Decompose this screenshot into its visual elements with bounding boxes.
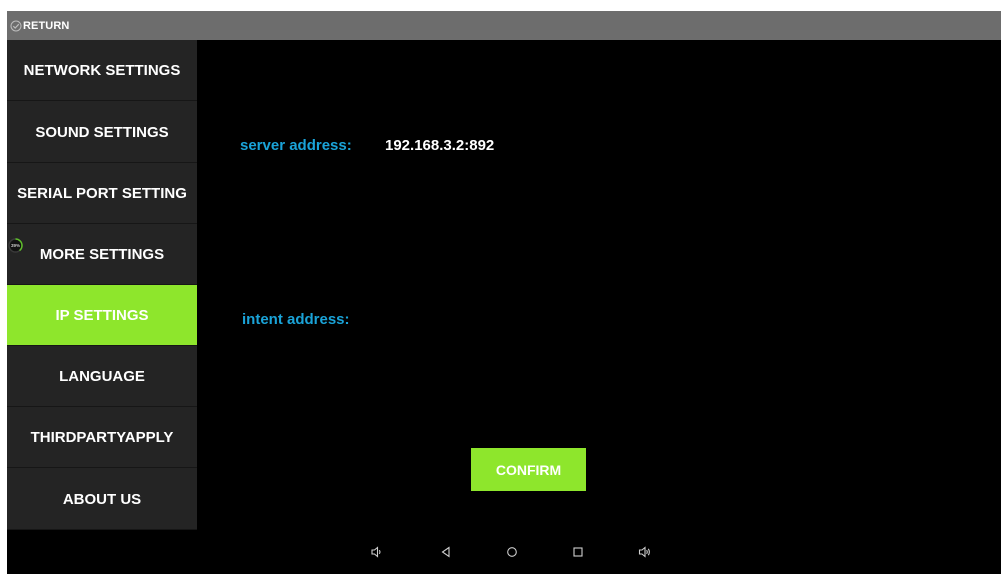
main-panel: server address: 192.168.3.2:892 intent a…	[197, 40, 1001, 530]
system-nav-bar	[7, 530, 1001, 574]
sidebar-item-more-settings[interactable]: MORE SETTINGS	[7, 224, 197, 285]
volume-down-button[interactable]	[365, 540, 389, 564]
volume-up-icon	[638, 546, 650, 558]
sidebar-item-label: SERIAL PORT SETTING	[17, 184, 187, 202]
recents-button[interactable]	[566, 540, 590, 564]
sidebar-item-label: NETWORK SETTINGS	[23, 61, 181, 79]
sidebar-item-label: SOUND SETTINGS	[35, 123, 169, 141]
return-label: RETURN	[23, 19, 70, 32]
sidebar-item-label: MORE SETTINGS	[39, 245, 165, 263]
sidebar-item-serial-port-setting[interactable]: SERIAL PORT SETTING	[7, 163, 197, 224]
back-icon	[441, 546, 450, 558]
confirm-button[interactable]: CONFIRM	[471, 448, 586, 491]
volume-up-button[interactable]	[633, 540, 657, 564]
server-address-value[interactable]: 192.168.3.2:892	[385, 137, 494, 154]
settings-screen: RETURN NETWORK SETTINGS SOUND SETTINGS S…	[7, 11, 1001, 574]
sidebar-item-label: LANGUAGE	[59, 367, 145, 385]
sidebar-item-about-us[interactable]: ABOUT US	[7, 469, 197, 530]
recents-icon	[573, 547, 583, 557]
sidebar-item-network-settings[interactable]: NETWORK SETTINGS	[7, 40, 197, 101]
home-button[interactable]	[500, 540, 524, 564]
check-circle-icon	[10, 20, 22, 31]
back-button[interactable]	[434, 540, 458, 564]
sidebar-item-label: IP SETTINGS	[55, 306, 149, 324]
volume-down-icon	[371, 546, 381, 558]
server-address-label: server address:	[240, 137, 352, 154]
progress-badge: 39%	[8, 238, 23, 253]
sidebar-item-thirdpartyapply[interactable]: THIRDPARTYAPPLY	[7, 407, 197, 468]
intent-address-label: intent address:	[242, 311, 350, 328]
sidebar-item-sound-settings[interactable]: SOUND SETTINGS	[7, 102, 197, 163]
sidebar: NETWORK SETTINGS SOUND SETTINGS SERIAL P…	[7, 40, 197, 530]
confirm-button-label: CONFIRM	[495, 461, 562, 478]
return-button[interactable]: RETURN	[7, 11, 69, 40]
sidebar-item-label: THIRDPARTYAPPLY	[30, 428, 174, 446]
sidebar-item-language[interactable]: LANGUAGE	[7, 346, 197, 407]
sidebar-item-label: ABOUT US	[62, 490, 142, 508]
home-icon	[507, 547, 517, 557]
sidebar-item-ip-settings[interactable]: IP SETTINGS	[7, 285, 197, 346]
progress-badge-text: 39%	[11, 243, 20, 248]
title-bar: RETURN	[7, 11, 1001, 40]
